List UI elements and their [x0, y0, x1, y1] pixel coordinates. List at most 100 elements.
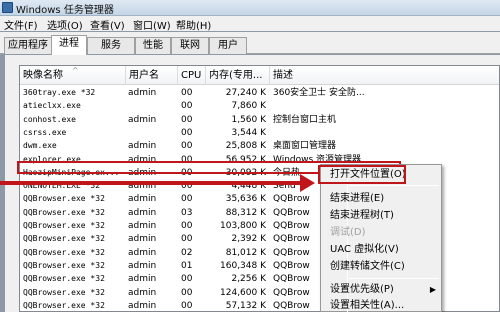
- cell-mem: 81,012 K: [225, 247, 266, 258]
- ctx-end-process-label: 结束进程(E): [330, 193, 385, 204]
- cell-desc: 桌面窗口管理器: [273, 141, 337, 152]
- tab-users[interactable]: 用户: [209, 37, 247, 54]
- cell-cpu: 00: [181, 127, 193, 138]
- cell-cpu: 00: [181, 114, 193, 125]
- cell-desc: 360安全卫士 安全防...: [273, 88, 365, 98]
- column-header-description[interactable]: 描述: [270, 66, 499, 85]
- cell-user: admin: [128, 207, 157, 218]
- cell-name: QQBrowser.exe *32: [23, 260, 105, 270]
- column-header-memory[interactable]: 内存(专用...: [206, 66, 270, 85]
- cell-mem: 124,600 K: [220, 287, 266, 298]
- cell-name: QQBrowser.exe *32: [23, 287, 105, 297]
- cell-mem: 160,348 K: [220, 260, 266, 271]
- cell-user: admin: [128, 234, 157, 245]
- cell-mem: 35,636 K: [225, 194, 266, 205]
- cell-name: atieclxx.exe: [23, 101, 81, 111]
- cell-name: QQBrowser.exe *32: [23, 247, 105, 257]
- title-bar: Windows 任务管理器: [0, 0, 500, 16]
- cell-name: csrss.exe: [23, 127, 67, 137]
- ctx-set-affinity[interactable]: 设置相关性(A)...: [330, 299, 440, 312]
- cell-cpu: 00: [181, 234, 193, 245]
- submenu-arrow-icon: ▶: [429, 285, 436, 294]
- cell-user: admin: [128, 287, 157, 298]
- cell-name: conhost.exe: [23, 114, 76, 124]
- cell-user: admin: [128, 194, 157, 205]
- cell-user: admin: [128, 300, 157, 311]
- ctx-set-affinity-label: 设置相关性(A)...: [330, 300, 405, 311]
- menu-bar: 文件(F) 选项(O) 查看(V) 窗口(W) 帮助(H): [0, 16, 500, 32]
- column-header-user[interactable]: 用户名: [126, 66, 178, 85]
- cell-name: QQBrowser.exe *32: [23, 221, 105, 230]
- cell-mem: 2,392 K: [231, 234, 266, 245]
- cell-desc: [273, 127, 499, 139]
- ctx-set-priority[interactable]: 设置优先级(P) ▶: [330, 283, 440, 297]
- cell-user: admin: [128, 247, 157, 258]
- tab-applications[interactable]: 应用程序: [4, 37, 52, 54]
- cell-name: QQBrowser.exe *32: [23, 300, 105, 310]
- cell-mem: 30,092 K: [225, 167, 266, 178]
- menu-view[interactable]: 查看(V): [90, 17, 125, 32]
- cell-mem: 1,560 K: [231, 114, 266, 125]
- cell-user: admin: [128, 141, 157, 152]
- cell-mem: 57,132 K: [225, 300, 266, 311]
- cell-cpu: 00: [181, 287, 193, 298]
- table-row[interactable]: csrss.exe 00 3,544 K: [20, 127, 499, 139]
- context-menu-separator: [349, 278, 439, 279]
- column-header-name-label: 映像名称: [23, 70, 63, 81]
- ctx-end-process-tree[interactable]: 结束进程树(T): [330, 209, 440, 223]
- cell-mem: 2,256 K: [231, 274, 266, 285]
- cell-user: admin: [128, 114, 157, 125]
- tab-processes[interactable]: 进程: [51, 35, 87, 55]
- ctx-end-process-tree-label: 结束进程树(T): [330, 210, 394, 221]
- context-menu-separator: [349, 185, 439, 186]
- ctx-end-process[interactable]: 结束进程(E): [330, 192, 440, 206]
- menu-help[interactable]: 帮助(H): [176, 17, 211, 32]
- context-menu: 打开文件位置(O) 结束进程(E) 结束进程树(T) 调试(D) UAC 虚拟化…: [320, 164, 442, 312]
- column-header-cpu[interactable]: CPU: [178, 66, 206, 85]
- cell-cpu: 00: [181, 221, 193, 231]
- cell-user: admin: [128, 167, 157, 178]
- sort-ascending-icon: ^: [72, 66, 79, 75]
- cell-mem: 25,808 K: [225, 141, 266, 152]
- cell-desc: 控制台窗口主机: [273, 114, 337, 125]
- cell-mem: 56,952 K: [225, 154, 266, 165]
- cell-mem: 27,240 K: [225, 88, 266, 98]
- ctx-create-dump-file-label: 创建转储文件(C): [330, 261, 405, 272]
- cell-cpu: 00: [181, 300, 193, 311]
- ctx-create-dump-file[interactable]: 创建转储文件(C): [330, 260, 440, 274]
- table-row[interactable]: 360tray.exe *32 admin 00 27,240 K 360安全卫士 安全…: [20, 87, 499, 99]
- cell-name: QQBrowser.exe *32: [23, 207, 105, 217]
- cell-name: HaozipMiniPage.ex...: [23, 167, 120, 177]
- ctx-debug-label: 调试(D): [330, 227, 366, 238]
- cell-cpu: 00: [181, 167, 193, 178]
- menu-file[interactable]: 文件(F): [4, 17, 38, 32]
- column-header-name[interactable]: ^ 映像名称: [20, 66, 126, 85]
- ctx-uac-virtualization[interactable]: UAC 虚拟化(V): [330, 243, 440, 257]
- cell-name: QQBrowser.exe *32: [23, 234, 105, 244]
- cell-desc: [273, 100, 499, 112]
- tab-services[interactable]: 服务: [87, 37, 135, 54]
- menu-window[interactable]: 窗口(W): [133, 17, 171, 32]
- cell-cpu: 00: [181, 101, 193, 112]
- cell-name: QQBrowser.exe *32: [23, 274, 105, 284]
- task-manager-icon: [2, 2, 13, 13]
- table-row[interactable]: atieclxx.exe 00 7,860 K: [20, 100, 499, 112]
- cell-mem: 7,860 K: [231, 101, 266, 112]
- cell-cpu: 00: [181, 274, 193, 285]
- table-row[interactable]: dwm.exe admin 00 25,808 K 桌面窗口管理器: [20, 140, 499, 152]
- cell-user: [128, 127, 176, 139]
- table-row[interactable]: conhost.exe admin 00 1,560 K 控制台窗口主机: [20, 114, 499, 126]
- tab-performance[interactable]: 性能: [135, 37, 171, 54]
- cell-user: [128, 100, 176, 112]
- window-title: Windows 任务管理器: [16, 5, 114, 16]
- ctx-uac-virtualization-label: UAC 虚拟化(V): [330, 244, 399, 255]
- cell-user: admin: [128, 274, 157, 285]
- tab-bar: 应用程序 进程 服务 性能 联网 用户: [0, 32, 500, 55]
- cell-user: admin: [128, 221, 157, 231]
- cell-cpu: 00: [181, 88, 193, 98]
- cell-mem: 3,544 K: [231, 127, 266, 138]
- menu-options[interactable]: 选项(O): [47, 17, 83, 32]
- cell-user: admin: [128, 260, 157, 271]
- tab-networking[interactable]: 联网: [171, 37, 209, 54]
- cell-name: QQBrowser.exe *32: [23, 194, 105, 204]
